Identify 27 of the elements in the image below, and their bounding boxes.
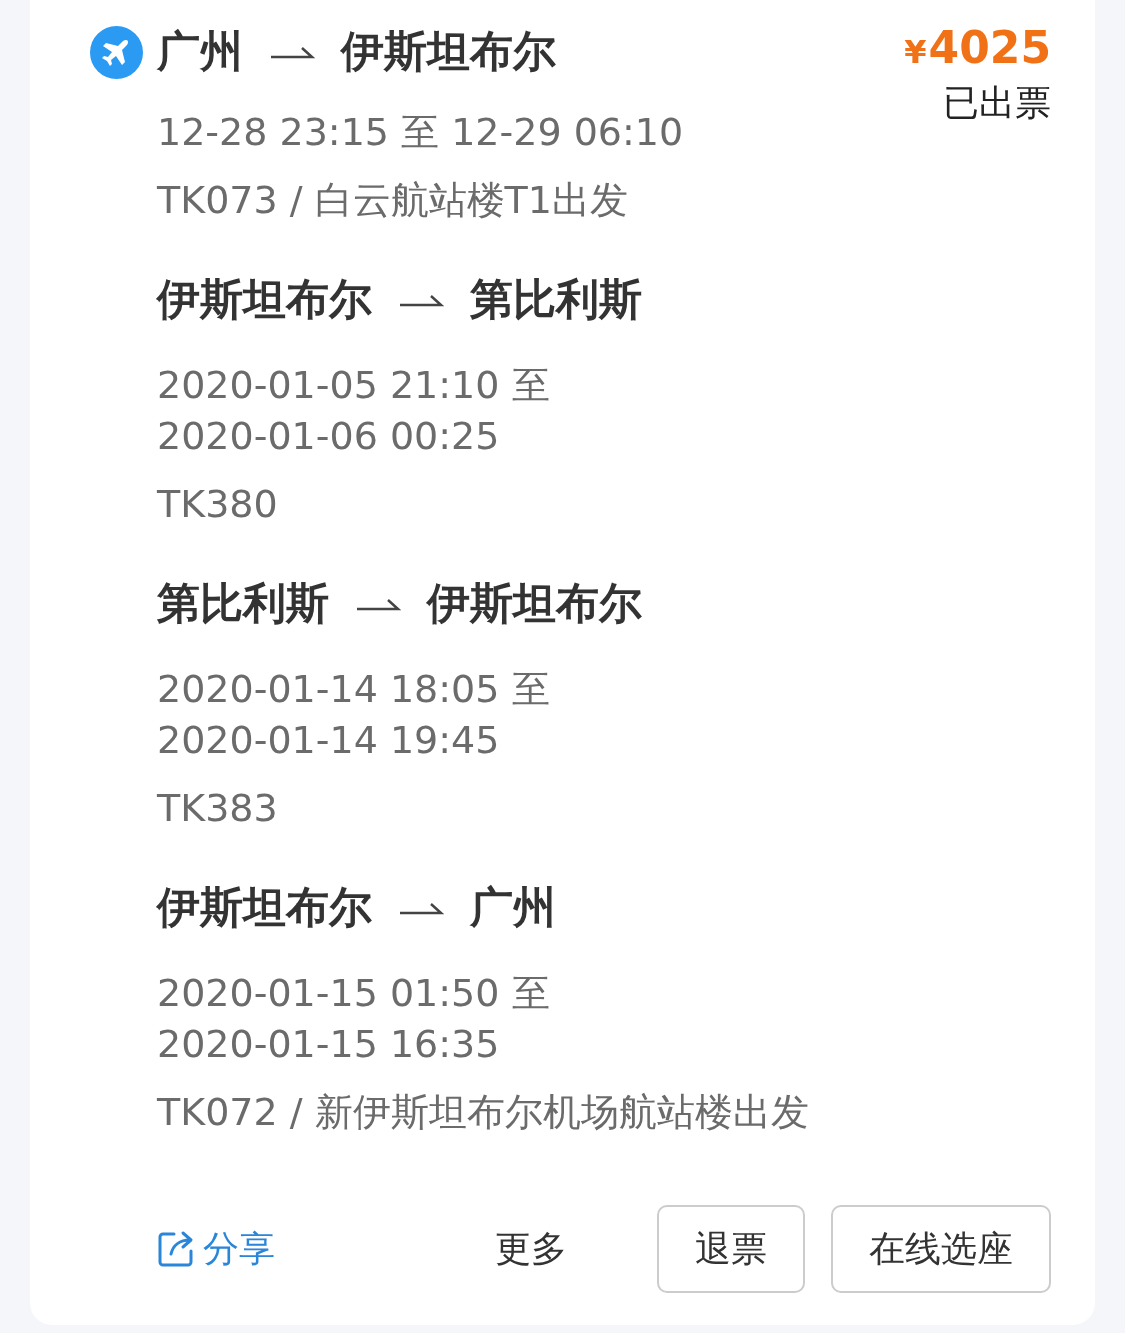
- airplane-icon: [90, 25, 143, 79]
- flight-time: 2020-01-15 01:50 至: [157, 970, 550, 1017]
- route-origin: 伊斯坦布尔: [157, 881, 372, 934]
- route-destination: 广州: [470, 881, 556, 934]
- ticket-status: 已出票: [943, 81, 1051, 125]
- more-link[interactable]: 更多: [495, 1224, 567, 1274]
- share-icon: [157, 1230, 195, 1268]
- flight-time: 2020-01-05 21:10 至: [157, 362, 550, 409]
- share-link[interactable]: 分享: [157, 1224, 275, 1274]
- flight-time: 12-28 23:15 至 12-29 06:10: [157, 109, 684, 156]
- action-button[interactable]: 退票: [657, 1205, 805, 1293]
- flight-time: 2020-01-06 00:25: [157, 413, 500, 460]
- flight-time: 2020-01-14 19:45: [157, 717, 500, 764]
- route-destination: 第比利斯: [470, 273, 642, 326]
- action-button[interactable]: 在线选座: [831, 1205, 1051, 1293]
- flight-time: 2020-01-15 16:35: [157, 1021, 500, 1068]
- route-destination: 伊斯坦布尔: [341, 25, 556, 78]
- price: ¥4025: [904, 22, 1051, 73]
- route-origin: 伊斯坦布尔: [157, 273, 372, 326]
- flight-number: TK380: [157, 481, 278, 528]
- flight-number: TK072 / 新伊斯坦布尔机场航站楼出发: [157, 1089, 809, 1136]
- route-origin: 广州: [157, 25, 243, 78]
- flight-number: TK073 / 白云航站楼T1出发: [157, 177, 628, 224]
- flight-number: TK383: [157, 785, 278, 832]
- flight-time: 2020-01-14 18:05 至: [157, 666, 550, 713]
- route-destination: 伊斯坦布尔: [427, 577, 642, 630]
- route-origin: 第比利斯: [157, 577, 329, 630]
